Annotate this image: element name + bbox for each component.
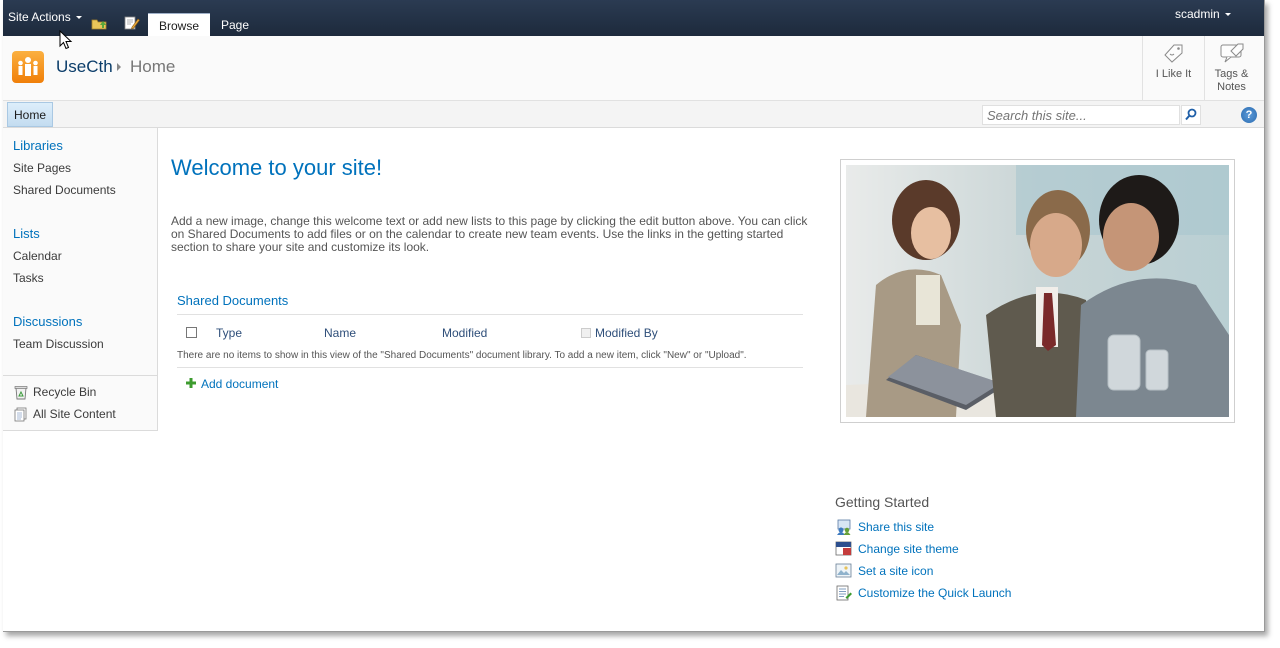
top-nav-home[interactable]: Home xyxy=(7,102,54,127)
help-icon[interactable]: ? xyxy=(1241,107,1257,123)
all-site-content-icon xyxy=(14,407,27,422)
ql-heading-discussions[interactable]: Discussions xyxy=(13,314,82,329)
site-title[interactable]: UseCth xyxy=(56,57,113,77)
column-header-modified[interactable]: Modified xyxy=(442,326,487,340)
site-logo[interactable] xyxy=(12,51,44,83)
tab-browse-label: Browse xyxy=(159,19,200,33)
ql-item-tasks[interactable]: Tasks xyxy=(13,271,44,285)
ql-heading-libraries[interactable]: Libraries xyxy=(13,138,63,153)
column-header-type[interactable]: Type xyxy=(216,326,242,340)
chevron-down-icon xyxy=(75,16,82,20)
ql-item-calendar[interactable]: Calendar xyxy=(13,249,62,263)
search-input[interactable] xyxy=(982,105,1180,125)
quick-launch: Libraries Site Pages Shared Documents Li… xyxy=(3,128,158,431)
user-menu[interactable]: scadmin xyxy=(1175,7,1231,21)
ql-divider xyxy=(3,375,158,376)
add-document-link[interactable]: Add document xyxy=(186,377,278,391)
all-site-content-label: All Site Content xyxy=(33,407,116,421)
team-photo-image xyxy=(846,165,1229,417)
recycle-bin-label: Recycle Bin xyxy=(33,385,97,399)
i-like-it-label: I Like It xyxy=(1155,68,1192,80)
customize-quick-launch-label: Customize the Quick Launch xyxy=(858,586,1012,600)
search-button[interactable] xyxy=(1181,105,1201,125)
ql-item-team-discussion[interactable]: Team Discussion xyxy=(13,337,104,351)
title-area: UseCth Home I Like It Tags & Notes xyxy=(3,36,1264,101)
change-site-theme-label: Change site theme xyxy=(858,542,959,556)
column-header-name[interactable]: Name xyxy=(324,326,356,340)
site-image-frame xyxy=(840,159,1235,423)
shared-documents-webpart-title[interactable]: Shared Documents xyxy=(177,293,288,308)
sharepoint-window: Site Actions Browse Page scadmin UseCth … xyxy=(3,0,1265,632)
share-site-icon xyxy=(837,519,851,535)
set-site-icon-label: Set a site icon xyxy=(858,564,934,578)
empty-library-message: There are no items to show in this view … xyxy=(177,350,747,361)
mouse-cursor-icon xyxy=(59,30,73,50)
recycle-bin-icon xyxy=(14,386,28,400)
search-icon xyxy=(1185,108,1197,121)
site-icon-image-icon xyxy=(835,563,852,578)
ql-heading-lists[interactable]: Lists xyxy=(13,226,40,241)
i-like-it-button[interactable]: I Like It xyxy=(1142,36,1204,101)
user-name: scadmin xyxy=(1175,7,1220,21)
tags-notes-icon xyxy=(1220,43,1243,63)
column-header-modified-by[interactable]: Modified By xyxy=(595,326,658,340)
chevron-down-icon xyxy=(1224,13,1231,17)
tags-notes-button[interactable]: Tags & Notes xyxy=(1204,36,1258,101)
welcome-title: Welcome to your site! xyxy=(171,155,383,180)
tab-page[interactable]: Page xyxy=(210,13,260,36)
customize-quick-launch-icon xyxy=(836,585,852,601)
tab-browse[interactable]: Browse xyxy=(148,13,211,36)
list-bottom-divider xyxy=(177,367,803,368)
site-actions-label: Site Actions xyxy=(8,10,71,24)
tags-notes-label-1: Tags & xyxy=(1214,68,1249,80)
modified-by-checkbox xyxy=(581,328,591,338)
like-tag-icon xyxy=(1163,44,1182,63)
select-all-checkbox[interactable] xyxy=(186,327,197,338)
breadcrumb-current: Home xyxy=(130,57,176,76)
share-this-site-label: Share this site xyxy=(858,520,935,534)
site-theme-icon xyxy=(835,541,852,556)
site-actions-menu[interactable]: Site Actions xyxy=(8,10,82,24)
tags-notes-label-2: Notes xyxy=(1217,81,1246,93)
top-navigation: Home ? xyxy=(3,101,1264,128)
ribbon-bar: Site Actions Browse Page scadmin xyxy=(3,0,1264,36)
tab-page-label: Page xyxy=(221,18,250,32)
ql-item-shared-documents[interactable]: Shared Documents xyxy=(13,183,116,197)
welcome-text: Add a new image, change this welcome tex… xyxy=(171,214,808,254)
people-icon xyxy=(18,57,38,76)
edit-page-icon[interactable] xyxy=(124,16,140,30)
breadcrumb-separator-icon xyxy=(117,63,121,71)
plus-icon xyxy=(186,378,196,388)
getting-started-title: Getting Started xyxy=(835,494,930,510)
add-document-label: Add document xyxy=(201,377,279,391)
webpart-title-divider xyxy=(177,314,803,315)
navigate-up-icon[interactable] xyxy=(91,16,107,30)
ql-item-site-pages[interactable]: Site Pages xyxy=(13,161,71,175)
